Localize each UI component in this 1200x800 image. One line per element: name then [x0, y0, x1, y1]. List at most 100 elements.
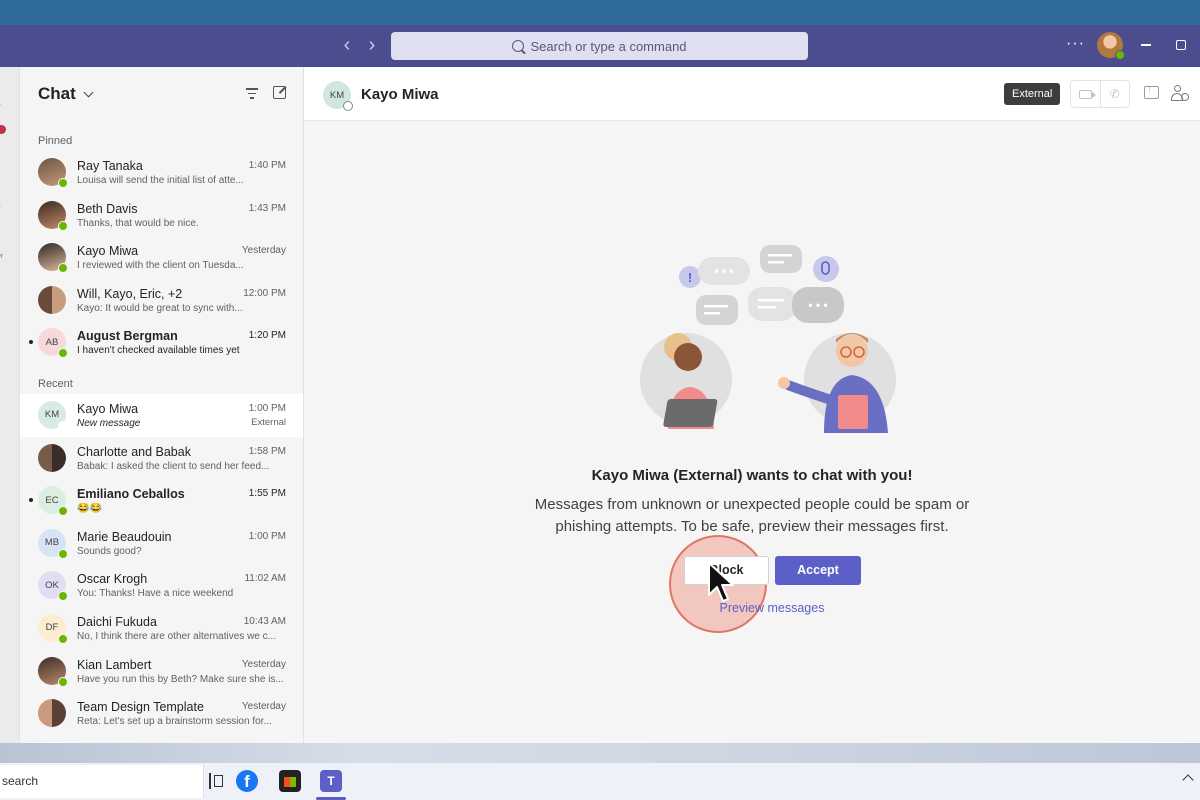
pinned-section-label: Pinned [38, 135, 73, 147]
avatar: KM [38, 400, 68, 431]
group-avatar [38, 699, 66, 728]
chat-preview: No, I think there are other alternatives… [77, 630, 276, 642]
chat-request-message: Messages from unknown or unexpected peop… [304, 494, 1200, 538]
unread-dot-icon [29, 498, 33, 503]
desktop-wallpaper-strip [0, 743, 1200, 763]
chat-time: 1:20 PM [248, 330, 286, 342]
chat-preview: 😂😂 [77, 503, 102, 515]
presence-available-icon [58, 591, 68, 602]
facebook-icon[interactable]: f [236, 770, 258, 792]
chevron-down-icon[interactable] [83, 87, 94, 97]
avatar: MB [38, 528, 68, 559]
profile-avatar[interactable] [1097, 32, 1125, 60]
app-rail: y s er [0, 67, 20, 743]
people-chatting-illustration: ! • • • • • • [640, 245, 896, 433]
chat-item-emiliano-ceballos[interactable]: EC Emiliano Ceballos 1:55 PM 😂😂 [20, 479, 303, 522]
presence-available-icon [58, 220, 68, 231]
chat-time: Yesterday [241, 658, 286, 670]
chat-list-pane: Chat Pinned Ray Tanaka 1:40 PM Louisa wi… [20, 67, 304, 743]
avatar: EC [38, 486, 68, 517]
chat-name: Emiliano Ceballos [77, 487, 185, 502]
chat-time: 1:55 PM [248, 488, 286, 500]
rail-label-fragment: er [0, 253, 4, 260]
preview-messages-link[interactable]: Preview messages [304, 601, 1200, 615]
chat-time: 1:00 PM [248, 402, 286, 414]
chat-item-daichi-fukuda[interactable]: DF Daichi Fukuda 10:43 AM No, I think th… [20, 607, 303, 650]
presence-available-icon [58, 348, 68, 359]
conversation-name: Kayo Miwa [361, 86, 439, 103]
chat-item-kian-lambert[interactable]: Kian Lambert Yesterday Have you run this… [20, 650, 303, 693]
chat-name: Beth Davis [77, 201, 138, 216]
chat-name: Oscar Krogh [77, 572, 148, 587]
chat-name: Marie Beaudouin [77, 529, 172, 544]
avatar[interactable]: KM [323, 81, 353, 111]
phone-icon: ✆ [1109, 87, 1120, 101]
forward-arrow-icon[interactable]: › [362, 33, 382, 57]
chat-item-kayo-miwa-external[interactable]: KM Kayo Miwa 1:00 PM New message Externa… [20, 393, 303, 437]
chat-preview: Kayo: It would be great to sync with... [77, 302, 243, 314]
avatar: OK [38, 571, 68, 602]
chevron-up-icon[interactable] [1182, 774, 1194, 786]
chat-item-august-bergman[interactable]: AB August Bergman 1:20 PM I haven't chec… [20, 321, 303, 364]
chat-item-beth-davis[interactable]: Beth Davis 1:43 PM Thanks, that would be… [20, 194, 303, 237]
chat-time: 1:58 PM [248, 445, 286, 457]
avatar [38, 158, 68, 188]
accept-button[interactable]: Accept [775, 556, 861, 585]
chat-name: Charlotte and Babak [77, 444, 191, 459]
command-search-bar[interactable]: Search or type a command [391, 32, 808, 60]
filter-icon[interactable] [246, 88, 258, 99]
maximize-button[interactable] [1176, 40, 1186, 50]
presence-available-icon [58, 548, 68, 559]
chat-time: 11:02 AM [244, 573, 286, 585]
chat-preview: I reviewed with the client on Tuesda... [77, 260, 244, 272]
chat-time: Yesterday [241, 701, 286, 713]
presence-offline-icon [343, 101, 353, 111]
teams-icon[interactable]: T [320, 770, 342, 792]
presence-available-icon [58, 178, 68, 188]
chat-item-charlotte-and-babak[interactable]: Charlotte and Babak 1:58 PM Babak: I ask… [20, 437, 303, 480]
more-options-button[interactable]: ··· [1066, 35, 1085, 53]
chat-item-kayo-miwa-pinned[interactable]: Kayo Miwa Yesterday I reviewed with the … [20, 236, 303, 279]
audio-call-button[interactable]: ✆ [1101, 81, 1130, 107]
presence-available-icon [58, 633, 68, 644]
chat-name: Kayo Miwa [77, 401, 139, 416]
chat-preview: Sounds good? [77, 545, 142, 557]
chat-title[interactable]: Chat [38, 84, 76, 104]
external-badge: External [1004, 83, 1061, 105]
rail-label-fragment: y [0, 103, 1, 110]
chat-list-header: Chat [20, 67, 303, 121]
chat-item-marie-beaudouin[interactable]: MB Marie Beaudouin 1:00 PM Sounds good? [20, 522, 303, 565]
teams-title-bar: ‹ › Search or type a command ··· [0, 25, 1200, 67]
chat-item-oscar-krogh[interactable]: OK Oscar Krogh 11:02 AM You: Thanks! Hav… [20, 564, 303, 607]
task-view-icon[interactable] [209, 773, 225, 789]
chat-preview: You: Thanks! Have a nice weekend [77, 588, 234, 600]
taskbar-search-box[interactable]: search [0, 765, 204, 798]
svg-text:• • •: • • • [808, 298, 827, 312]
presence-available-icon [58, 263, 68, 274]
chat-request-message-line: Messages from unknown or unexpected peop… [534, 496, 970, 513]
chat-request-title: Kayo Miwa (External) wants to chat with … [591, 467, 913, 484]
chat-preview: Reta: Let's set up a brainstorm session … [77, 716, 272, 728]
chat-item-ray-tanaka[interactable]: Ray Tanaka 1:40 PM Louisa will send the … [20, 151, 303, 194]
windows-taskbar: search f T [0, 763, 1200, 800]
share-screen-icon[interactable] [1144, 83, 1159, 99]
activity-badge-icon [0, 125, 6, 134]
back-arrow-icon[interactable]: ‹ [337, 33, 357, 57]
chat-item-team-design-template[interactable]: Team Design Template Yesterday Reta: Let… [20, 692, 303, 735]
chat-preview: Louisa will send the initial list of att… [77, 175, 244, 186]
video-call-button[interactable] [1071, 81, 1101, 107]
new-chat-icon[interactable] [273, 86, 286, 99]
chat-name: Ray Tanaka [77, 159, 143, 173]
chat-time: 10:43 AM [243, 615, 286, 627]
chat-time: 12:00 PM [243, 287, 286, 299]
presence-offline-icon [58, 420, 68, 431]
people-settings-icon[interactable] [1171, 84, 1189, 102]
minimize-button[interactable] [1141, 44, 1151, 46]
microsoft-store-icon[interactable] [279, 770, 301, 792]
chat-name: Kian Lambert [77, 657, 152, 672]
chat-item-group-will-kayo-eric[interactable]: Will, Kayo, Eric, +2 12:00 PM Kayo: It w… [20, 279, 303, 322]
search-icon [512, 40, 525, 52]
call-buttons: ✆ [1070, 80, 1130, 108]
chat-preview: I haven't checked available times yet [77, 345, 240, 357]
chat-time: 1:00 PM [248, 530, 286, 542]
